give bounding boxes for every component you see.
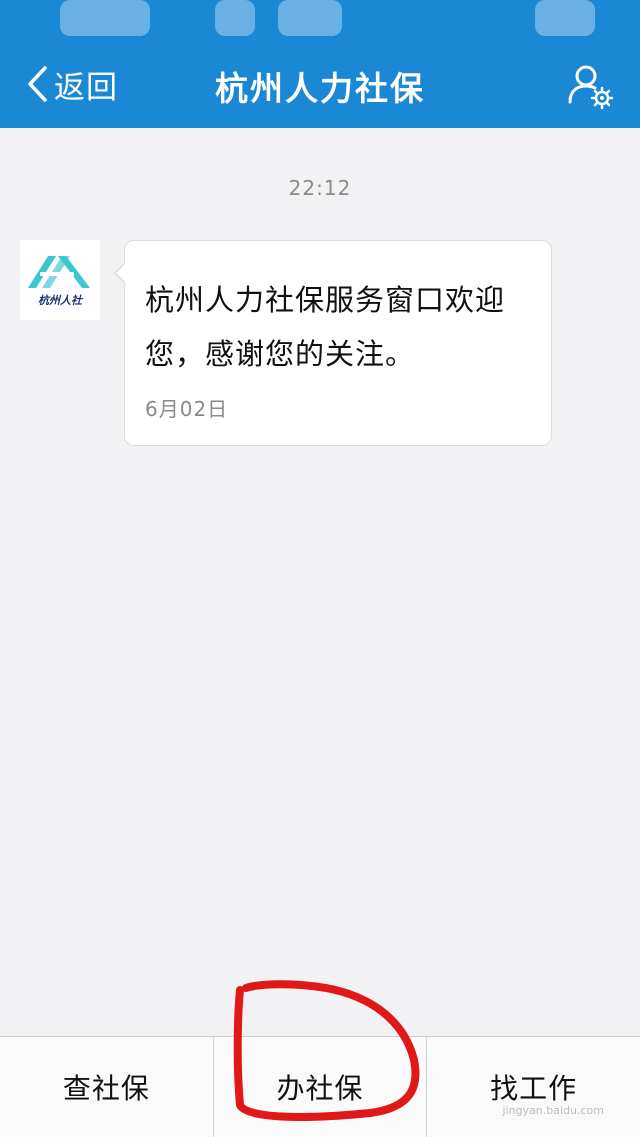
menu-item-handle-social-security[interactable]: 办社保 [212,1037,427,1137]
message-bubble[interactable]: 杭州人力社保服务窗口欢迎您，感谢您的关注。 6月02日 [124,240,552,446]
hangzhou-hr-logo-icon: 杭州人社 [28,256,90,307]
bottom-menu: 查社保 办社保 找工作 [0,1036,640,1137]
red-annotation-circle [233,980,420,1121]
profile-button[interactable] [566,62,614,110]
menu-item-query-social-security[interactable]: 查社保 [0,1037,213,1137]
user-settings-icon [568,65,614,110]
status-blur [215,0,255,36]
status-blur [60,0,150,36]
chat-timestamp: 22:12 [288,176,352,200]
bubble-tail-inner [116,263,126,283]
logo-text: 杭州人社 [38,294,84,307]
menu-item-find-job[interactable]: 找工作 [426,1037,640,1137]
message-text: 杭州人力社保服务窗口欢迎您，感谢您的关注。 [145,283,506,371]
status-blur [278,0,342,36]
watermark: jingyan.baidu.com [502,1104,604,1117]
status-blur [535,0,595,36]
status-bar [0,0,640,40]
page-title: 杭州人力社保 [215,69,425,108]
avatar[interactable]: 杭州人社 [20,240,100,320]
message-date: 6月02日 [145,397,229,421]
nav-bar: 返回 杭州人力社保 [0,40,640,128]
